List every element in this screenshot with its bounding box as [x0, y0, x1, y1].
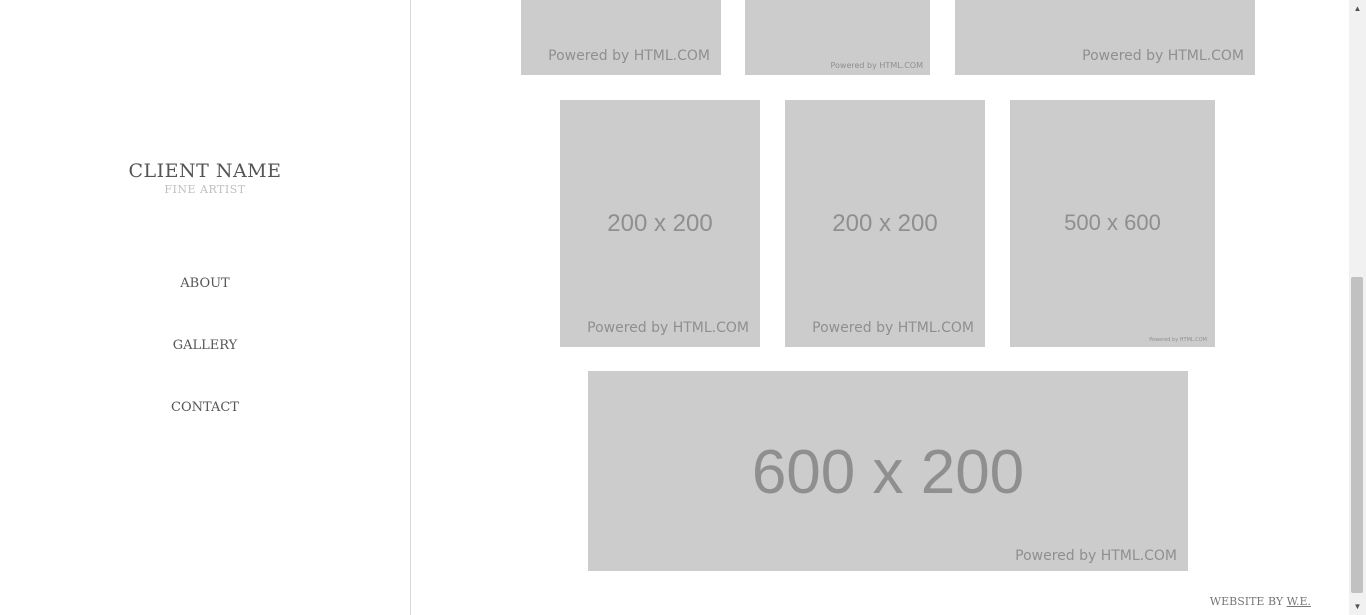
footer-prefix: WEBSITE BY [1209, 595, 1287, 608]
powered-by-label: Powered by HTML.COM [587, 320, 749, 336]
image-size-label: 600 x 200 [751, 438, 1025, 507]
footer-credit: WEBSITE BY W.E. [1210, 595, 1311, 608]
scroll-down-icon[interactable]: ▼ [1349, 598, 1366, 615]
powered-by-label: Powered by HTML.COM [812, 320, 974, 336]
gallery-image[interactable]: 500 x 600 Powered by HTML.COM [1010, 100, 1215, 347]
image-size-label: 200 x 200 [607, 210, 713, 237]
gallery-image[interactable]: 200 x 200 Powered by HTML.COM [785, 100, 985, 347]
scrollbar[interactable]: ▲ ▼ [1349, 0, 1366, 615]
gallery-image[interactable]: 600 x 200 Powered by HTML.COM [588, 371, 1188, 571]
brand-subtitle: FINE ARTIST [164, 183, 246, 196]
powered-by-label: Powered by HTML.COM [1149, 337, 1207, 343]
nav-contact[interactable]: CONTACT [0, 400, 410, 415]
gallery-image[interactable]: Powered by HTML.COM [521, 0, 721, 75]
powered-by-label: Powered by HTML.COM [1015, 548, 1177, 564]
powered-by-label: Powered by HTML.COM [830, 61, 924, 70]
scroll-up-icon[interactable]: ▲ [1349, 0, 1366, 17]
scroll-thumb[interactable] [1351, 277, 1363, 593]
image-size-label: 200 x 200 [832, 210, 938, 237]
image-size-label: 500 x 600 [1064, 210, 1161, 235]
powered-by-label: Powered by HTML.COM [548, 48, 710, 64]
nav-gallery[interactable]: GALLERY [0, 338, 410, 353]
gallery-image[interactable]: Powered by HTML.COM [745, 0, 930, 75]
footer-link[interactable]: W.E. [1287, 595, 1311, 608]
powered-by-label: Powered by HTML.COM [1082, 48, 1244, 64]
nav-about[interactable]: ABOUT [0, 276, 410, 291]
gallery-image[interactable]: 200 x 200 Powered by HTML.COM [560, 100, 760, 347]
gallery-image[interactable]: Powered by HTML.COM [955, 0, 1255, 75]
sidebar: CLIENT NAME FINE ARTIST ABOUT GALLERY CO… [0, 0, 411, 615]
brand-name[interactable]: CLIENT NAME [0, 160, 410, 182]
